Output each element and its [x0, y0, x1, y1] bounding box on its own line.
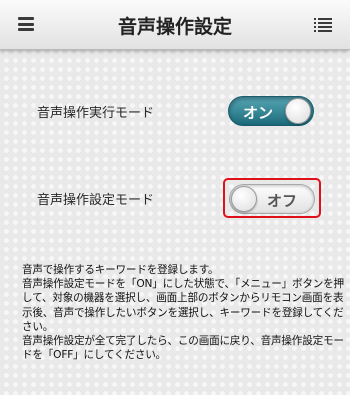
execution-mode-label: 音声操作実行モード — [37, 106, 155, 121]
page-title: 音声操作設定 — [117, 16, 232, 38]
description-text: 音声で操作するキーワードを登録します。 音声操作設定モードを「ON」にした状態で… — [22, 264, 344, 362]
toggle-on-text: オン — [243, 104, 274, 122]
execution-mode-toggle[interactable]: オン — [228, 96, 314, 126]
toggle-knob — [231, 186, 257, 212]
toggle-knob — [285, 98, 311, 124]
app-screen: 音声操作設定 音声操作実行モード オン 音声操作設定モード オフ 音声で操作する… — [0, 0, 350, 395]
header-bar: 音声操作設定 — [0, 0, 350, 50]
list-icon[interactable] — [314, 18, 332, 32]
toggle-off-text: オフ — [267, 192, 298, 210]
settings-mode-label: 音声操作設定モード — [37, 193, 155, 208]
settings-mode-toggle[interactable]: オフ — [229, 184, 315, 214]
